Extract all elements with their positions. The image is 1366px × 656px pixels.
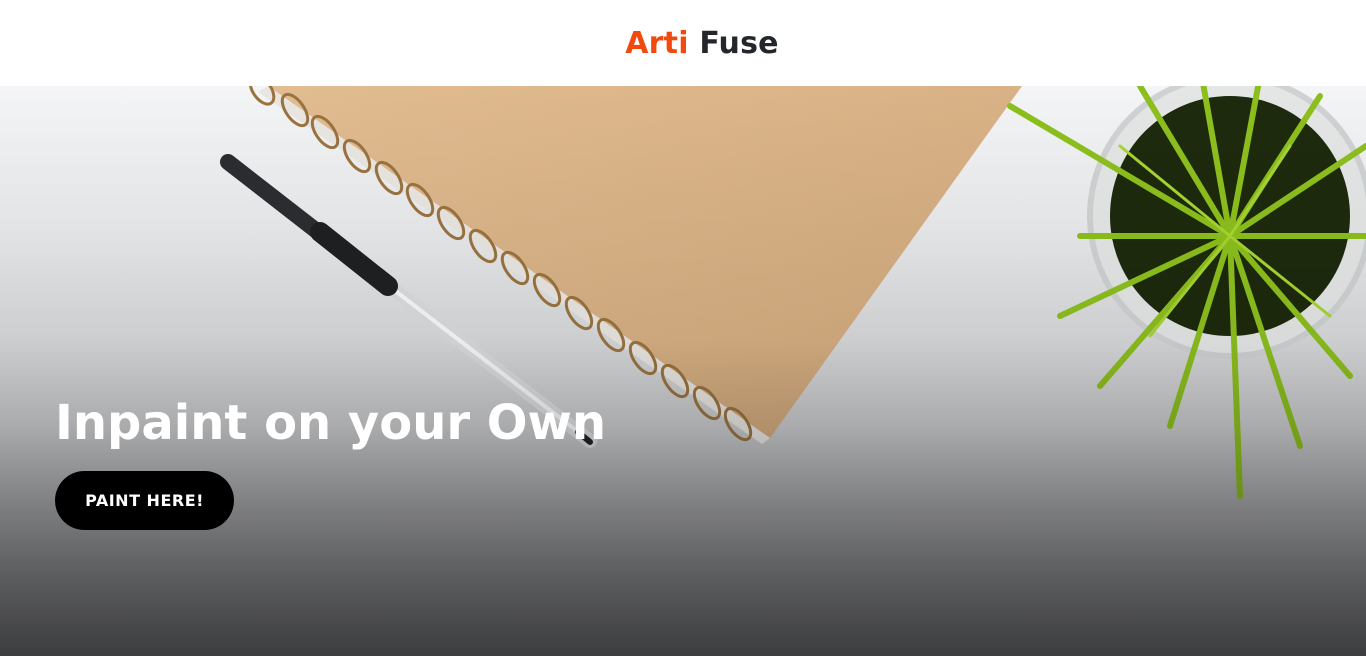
brand-name-part2: Fuse <box>699 25 779 61</box>
hero-section: Inpaint on your Own PAINT HERE! <box>0 86 1366 656</box>
brand-logo[interactable]: Arti Fuse <box>625 26 778 61</box>
site-header: Arti Fuse <box>0 0 1366 86</box>
hero-background-image <box>0 86 1366 656</box>
brand-name-part1: Arti <box>625 25 689 61</box>
paint-here-button[interactable]: PAINT HERE! <box>55 471 234 530</box>
hero-title: Inpaint on your Own <box>55 395 607 451</box>
